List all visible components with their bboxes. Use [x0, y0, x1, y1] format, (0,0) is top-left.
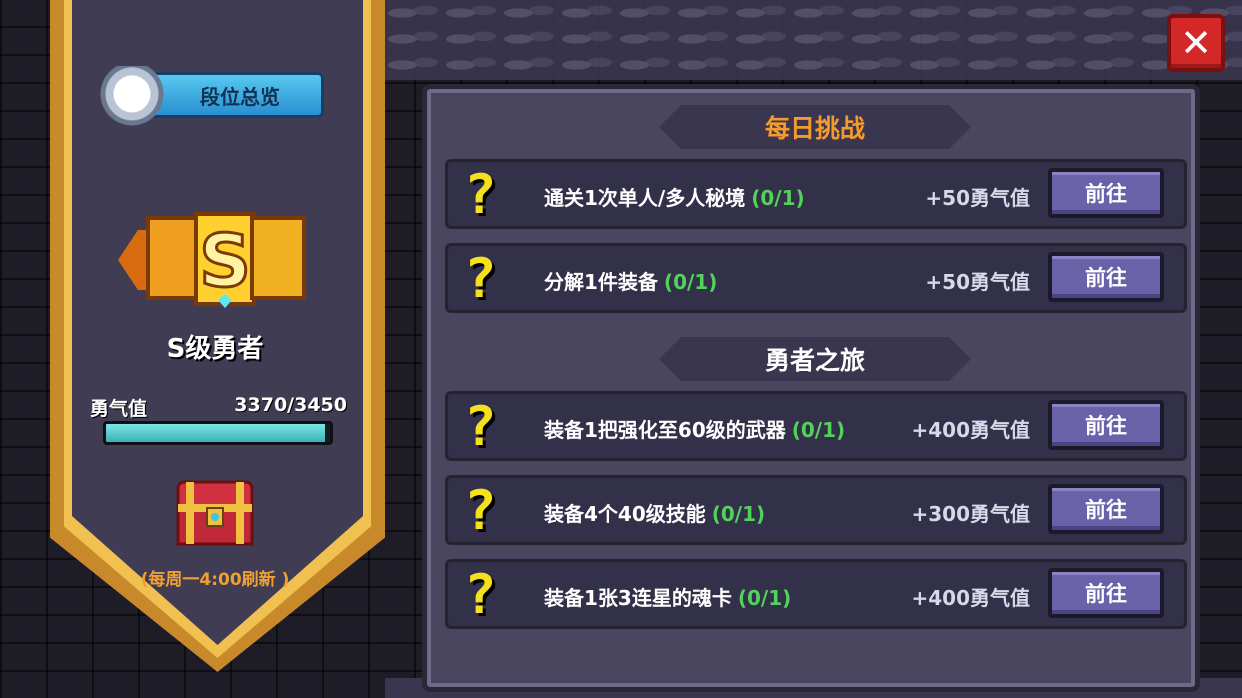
task-progress: (0/1) [751, 186, 805, 210]
daily-task-row: ? 通关1次单人/多人秘境 (0/1) +50勇气值 前往 [445, 159, 1187, 229]
courage-label: 勇气值 [90, 398, 148, 420]
courage-progress-bar [103, 421, 333, 445]
go-button[interactable]: 前往 [1048, 484, 1164, 534]
rank-overview-button[interactable]: 段位总览 [100, 66, 324, 128]
challenge-panel: 每日挑战 ? 通关1次单人/多人秘境 (0/1) +50勇气值 前往 ? 分解1件… [422, 84, 1200, 692]
courage-value: 3370/3450 [234, 394, 347, 416]
courage-progress-fill [106, 424, 325, 442]
task-description: 装备1把强化至60级的武器 (0/1) [544, 418, 846, 442]
task-progress: (0/1) [711, 502, 766, 526]
rank-name: S级勇者 [166, 334, 264, 364]
rank-crest-icon [100, 66, 164, 128]
hero-journey-header: 勇者之旅 [659, 337, 971, 381]
treasure-chest-icon[interactable] [174, 478, 256, 548]
question-mark-icon: ? [464, 247, 497, 310]
task-reward: +400勇气值 [911, 586, 1030, 610]
svg-text:S: S [199, 219, 251, 303]
journey-task-row: ? 装备4个40级技能 (0/1) +300勇气值 前往 [445, 475, 1187, 545]
close-button[interactable]: ✕ [1167, 14, 1225, 72]
weekly-refresh-note: (每周一4:00刷新 ) [140, 570, 290, 590]
task-description: 装备1张3连星的魂卡 (0/1) [544, 586, 792, 610]
task-progress: (0/1) [663, 270, 718, 294]
task-description: 分解1件装备 (0/1) [544, 270, 718, 294]
go-button[interactable]: 前往 [1048, 400, 1164, 450]
wall-top-decoration [385, 0, 1242, 80]
rank-overview-label: 段位总览 [140, 72, 324, 118]
task-reward: +50勇气值 [925, 186, 1030, 210]
journey-task-row: ? 装备1把强化至60级的武器 (0/1) +400勇气值 前往 [445, 391, 1187, 461]
task-description: 装备4个40级技能 (0/1) [544, 502, 766, 526]
question-mark-icon: ? [464, 563, 497, 626]
rank-s-logo-icon: S [118, 212, 306, 308]
daily-challenge-header: 每日挑战 [659, 105, 971, 149]
go-button[interactable]: 前往 [1048, 168, 1164, 218]
journey-task-row: ? 装备1张3连星的魂卡 (0/1) +400勇气值 前往 [445, 559, 1187, 629]
daily-task-row: ? 分解1件装备 (0/1) +50勇气值 前往 [445, 243, 1187, 313]
task-progress: (0/1) [791, 418, 846, 442]
task-reward: +400勇气值 [911, 418, 1030, 442]
task-description: 通关1次单人/多人秘境 (0/1) [544, 186, 805, 210]
task-progress: (0/1) [737, 586, 792, 610]
question-mark-icon: ? [464, 479, 497, 542]
close-icon: ✕ [1180, 21, 1212, 65]
go-button[interactable]: 前往 [1048, 568, 1164, 618]
task-reward: +300勇气值 [911, 502, 1030, 526]
task-reward: +50勇气值 [925, 270, 1030, 294]
go-button[interactable]: 前往 [1048, 252, 1164, 302]
question-mark-icon: ? [464, 395, 497, 458]
question-mark-icon: ? [464, 163, 497, 226]
